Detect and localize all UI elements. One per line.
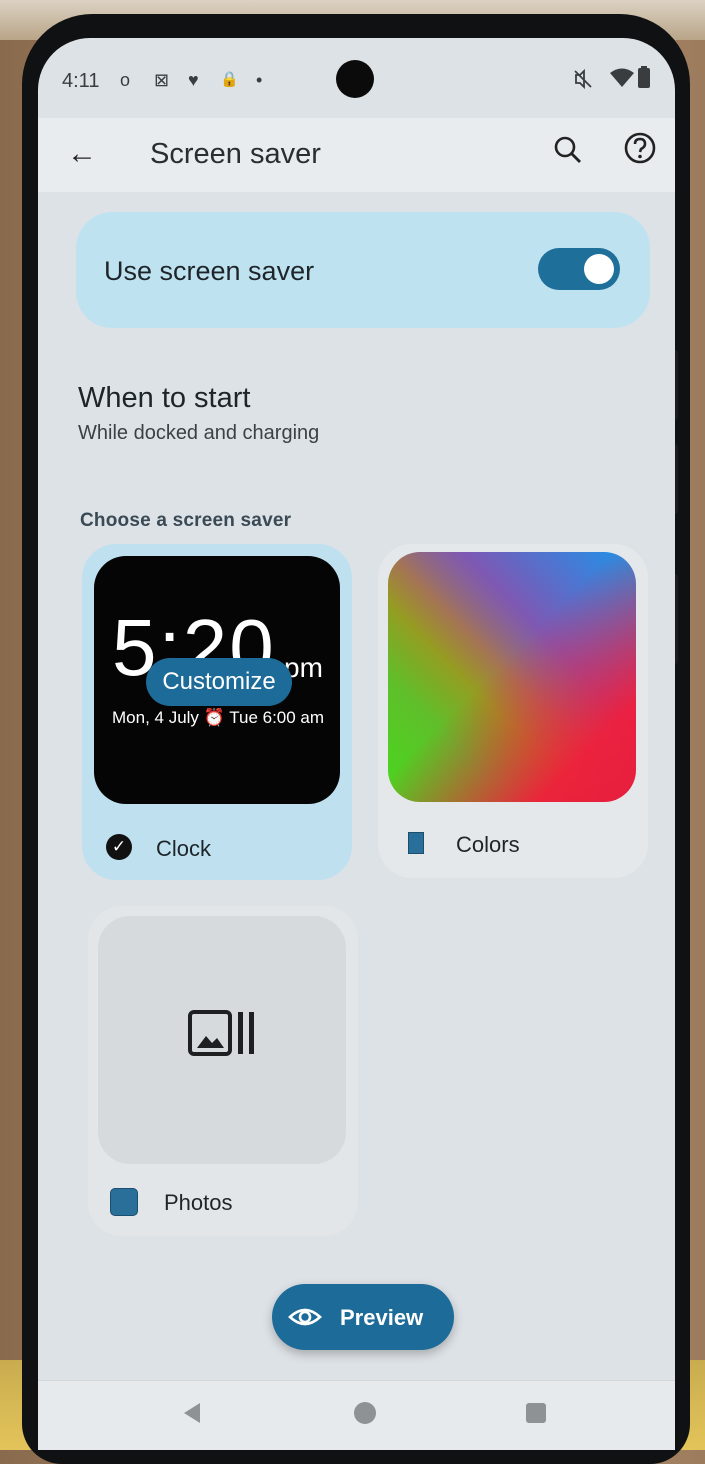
use-screen-saver-card[interactable]: Use screen saver (76, 212, 650, 328)
top-app-bar: ← Screen saver (38, 118, 675, 192)
nav-recents-icon[interactable] (526, 1403, 546, 1423)
check-icon: ✓ (106, 834, 132, 860)
front-camera (336, 60, 374, 98)
nav-back-icon[interactable] (180, 1401, 204, 1425)
colors-option-card[interactable]: Colors (378, 544, 648, 878)
when-to-start-title: When to start (78, 382, 251, 414)
search-icon[interactable] (548, 130, 588, 170)
notification-icon-3: ♥ (188, 70, 199, 90)
colors-preview-thumbnail[interactable] (388, 552, 636, 802)
clock-option-card[interactable]: 5:20 pm Mon, 4 July ⏰ Tue 6:00 am Custom… (82, 544, 352, 880)
section-header: Choose a screen saver (80, 510, 292, 531)
preview-label: Preview (340, 1305, 424, 1330)
photo-gallery-icon (188, 1010, 254, 1056)
preview-date: Mon, 4 July ⏰ Tue 6:00 am (112, 708, 325, 727)
screen: 4:11 o ⊠ ♥ 🔒 • ← Screen saver Use screen… (38, 38, 675, 1450)
navigation-bar (38, 1380, 675, 1450)
clock-preview-thumbnail[interactable]: 5:20 pm Mon, 4 July ⏰ Tue 6:00 am Custom… (94, 556, 340, 804)
use-screen-saver-label: Use screen saver (104, 256, 315, 286)
customize-button[interactable]: Customize (146, 658, 292, 706)
unselected-indicator-icon (110, 1188, 138, 1216)
eye-icon (288, 1308, 322, 1326)
mute-icon (574, 68, 592, 90)
status-bar: 4:11 o ⊠ ♥ 🔒 • (38, 38, 675, 118)
page-title: Screen saver (150, 138, 321, 170)
notification-dot: • (256, 70, 263, 90)
photos-label: Photos (164, 1190, 233, 1215)
colors-label: Colors (456, 832, 520, 857)
photos-option-card[interactable]: Photos (88, 906, 358, 1236)
when-to-start-subtitle: While docked and charging (78, 422, 320, 444)
status-time: 4:11 (62, 70, 100, 92)
photos-preview-thumbnail[interactable] (98, 916, 346, 1164)
back-arrow-icon[interactable]: ← (62, 134, 102, 174)
notification-icon-2: ⊠ (154, 70, 170, 90)
help-icon[interactable] (620, 128, 660, 168)
clock-label: Clock (156, 836, 212, 861)
preview-button[interactable]: Preview (272, 1284, 454, 1350)
notification-icon-4: 🔒 (220, 71, 239, 88)
nav-home-icon[interactable] (354, 1402, 376, 1424)
unselected-indicator-icon (408, 832, 424, 854)
notification-icon-1: o (120, 70, 131, 90)
use-screen-saver-switch[interactable] (538, 248, 620, 290)
battery-icon (638, 66, 650, 88)
wifi-icon (610, 68, 634, 87)
switch-thumb (584, 254, 614, 284)
